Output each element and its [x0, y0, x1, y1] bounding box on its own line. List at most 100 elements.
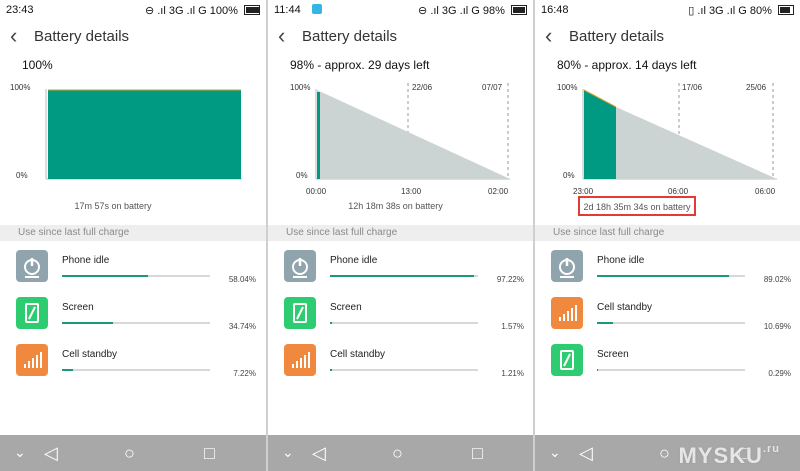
usage-label: Phone idle	[597, 255, 645, 266]
clock: 23:43	[6, 4, 34, 16]
navigation-bar: ⌄ ◁ ○ □	[268, 435, 533, 471]
screen-2: 11:44 ⊖ .ıl 3G .ıl G 98% ‹ Battery detai…	[268, 0, 533, 471]
screen-1: 23:43 ⊖ .ıl 3G .ıl G 100% ‹ Battery deta…	[0, 0, 266, 471]
page-title: Battery details	[569, 28, 665, 45]
usage-percent: 34.74%	[228, 322, 256, 331]
projected-usage-area	[317, 90, 510, 179]
phone-screen-icon	[16, 297, 48, 329]
y-axis-top-label: 100%	[10, 83, 30, 92]
app-bar: ‹ Battery details	[535, 20, 800, 52]
home-circle-icon[interactable]: ○	[392, 443, 403, 463]
usage-bar-fill	[62, 369, 73, 371]
usage-bar	[330, 322, 478, 324]
chevron-down-icon[interactable]: ⌄	[282, 442, 294, 462]
x-axis-label: 06:00	[755, 187, 776, 196]
battery-usage-area	[584, 90, 616, 179]
usage-percent: 0.29%	[768, 369, 791, 378]
battery-headline: 100%	[22, 58, 53, 72]
status-bar: 16:48 ▯ .ıl 3G .ıl G 80%	[535, 0, 800, 20]
phone-screen-icon	[551, 344, 583, 376]
status-icons: ⊖ .ıl 3G .ıl G 100%	[145, 4, 260, 17]
back-triangle-icon[interactable]: ◁	[579, 443, 593, 463]
usage-bar	[597, 369, 745, 371]
y-axis-top-label: 100%	[557, 83, 577, 92]
x-axis-label: 06:00	[668, 187, 689, 196]
usage-percent: 1.21%	[501, 369, 524, 378]
usage-label: Phone idle	[62, 255, 110, 266]
home-circle-icon[interactable]: ○	[659, 443, 670, 463]
battery-headline: 98% - approx. 29 days left	[290, 58, 430, 72]
status-icons: ⊖ .ıl 3G .ıl G 98%	[418, 4, 527, 17]
usage-bar-fill	[597, 322, 613, 324]
signal-bars-icon	[16, 344, 48, 376]
y-axis-top-label: 100%	[290, 83, 310, 92]
section-header: Use since last full charge	[268, 225, 533, 241]
usage-item-cell-standby[interactable]: Cell standby 7.22%	[16, 344, 256, 384]
clock: 16:48	[541, 4, 569, 16]
status-bar: 23:43 ⊖ .ıl 3G .ıl G 100%	[0, 0, 266, 20]
chevron-down-icon[interactable]: ⌄	[14, 442, 26, 462]
recents-square-icon[interactable]: □	[204, 443, 215, 463]
back-triangle-icon[interactable]: ◁	[44, 443, 58, 463]
usage-item-phone-idle[interactable]: Phone idle 89.02%	[551, 250, 791, 290]
status-bar: 11:44 ⊖ .ıl 3G .ıl G 98%	[268, 0, 533, 20]
usage-item-phone-idle[interactable]: Phone idle 58.04%	[16, 250, 256, 290]
usage-item-phone-idle[interactable]: Phone idle 97.22%	[284, 250, 524, 290]
x-axis-label: 00:00	[306, 187, 327, 196]
usage-bar-fill	[330, 275, 474, 277]
battery-headline: 80% - approx. 14 days left	[557, 58, 697, 72]
usage-bar-fill	[597, 369, 599, 371]
usage-percent: 89.02%	[763, 275, 791, 284]
date-marker-label: 07/07	[482, 83, 503, 92]
x-axis-label: 02:00	[488, 187, 509, 196]
watermark-logo: MYSKU.ru	[678, 443, 780, 469]
usage-item-cell-standby[interactable]: Cell standby 1.21%	[284, 344, 524, 384]
date-marker-label: 17/06	[682, 83, 703, 92]
usage-item-cell-standby[interactable]: Cell standby 10.69%	[551, 297, 791, 337]
battery-usage-area	[48, 90, 241, 179]
usage-percent: 97.22%	[496, 275, 524, 284]
clock: 11:44	[274, 4, 301, 16]
usage-item-screen[interactable]: Screen 34.74%	[16, 297, 256, 337]
back-arrow-icon[interactable]: ‹	[10, 25, 17, 47]
back-arrow-icon[interactable]: ‹	[545, 25, 552, 47]
usage-item-screen[interactable]: Screen 0.29%	[551, 344, 791, 384]
power-icon	[284, 250, 316, 282]
on-battery-duration: 12h 18m 38s on battery	[348, 201, 443, 211]
back-arrow-icon[interactable]: ‹	[278, 25, 285, 47]
watermark-text: MYSKU	[678, 443, 763, 468]
battery-chart: 100% 0% 17/06 25/06 23:00 06:00 06:00	[551, 80, 783, 196]
usage-bar	[62, 275, 210, 277]
battery-level: 100%	[209, 5, 238, 17]
recents-square-icon[interactable]: □	[472, 443, 483, 463]
back-triangle-icon[interactable]: ◁	[312, 443, 326, 463]
watermark-suffix: .ru	[762, 443, 780, 455]
signal-icons: ▯ .ıl 3G .ıl G	[688, 5, 747, 17]
power-icon	[16, 250, 48, 282]
signal-icons: ⊖ .ıl 3G .ıl G	[418, 5, 480, 17]
signal-bars-icon	[284, 344, 316, 376]
date-marker-label: 25/06	[746, 83, 767, 92]
phone-screen-icon	[284, 297, 316, 329]
page-title: Battery details	[302, 28, 398, 45]
usage-bar	[597, 322, 745, 324]
battery-icon	[244, 5, 260, 15]
usage-bar-fill	[330, 322, 333, 324]
x-axis-label: 13:00	[401, 187, 422, 196]
chevron-down-icon[interactable]: ⌄	[549, 442, 561, 462]
battery-chart: 100% 0% 22/06 07/07 00:00 13:00 02:00	[284, 80, 516, 196]
home-circle-icon[interactable]: ○	[124, 443, 135, 463]
usage-item-screen[interactable]: Screen 1.57%	[284, 297, 524, 337]
signal-icons: ⊖ .ıl 3G .ıl G	[144, 5, 207, 17]
usage-bar-fill	[597, 275, 729, 277]
usage-label: Screen	[62, 302, 94, 313]
battery-level: 98%	[482, 5, 505, 17]
usage-percent: 1.57%	[501, 322, 524, 331]
usage-percent: 58.04%	[228, 275, 256, 284]
usage-label: Cell standby	[330, 349, 386, 360]
app-bar: ‹ Battery details	[268, 20, 533, 52]
power-icon	[551, 250, 583, 282]
usage-label: Screen	[597, 349, 629, 360]
section-header: Use since last full charge	[535, 225, 800, 241]
usage-bar	[62, 369, 210, 371]
